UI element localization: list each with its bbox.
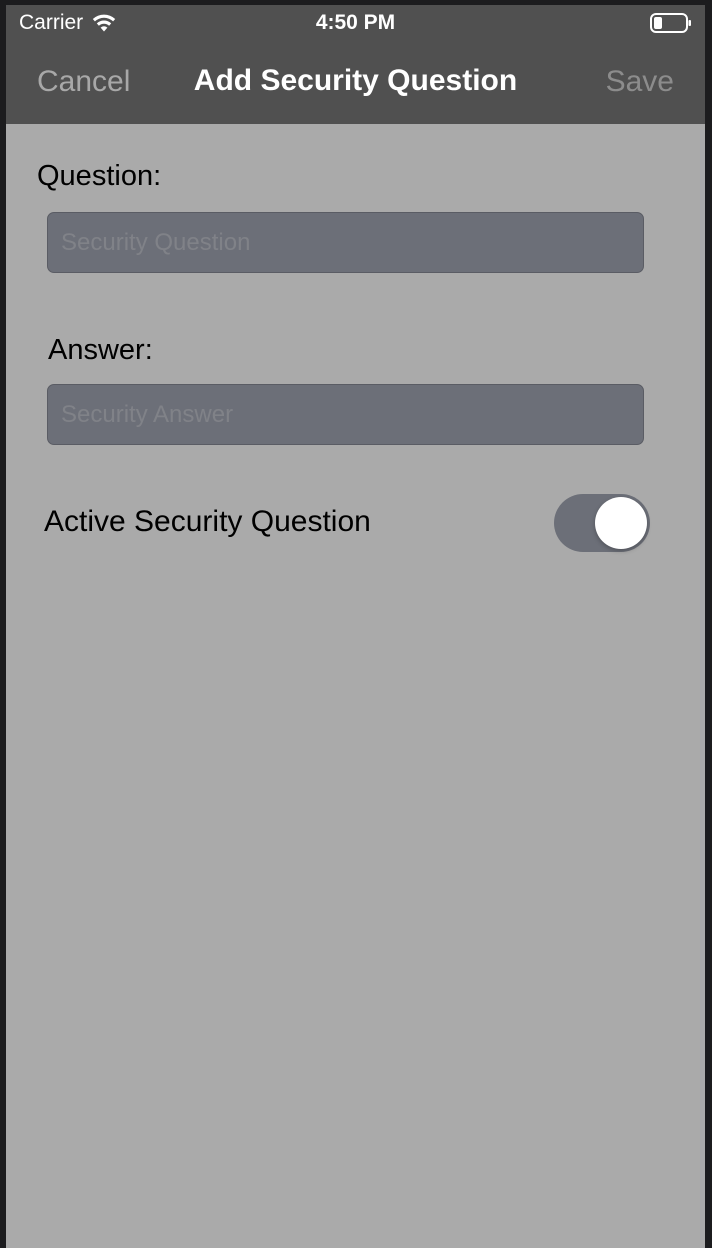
screen: Carrier 4:50 PM Cancel Add Security Ques… bbox=[6, 5, 705, 1248]
page-title: Add Security Question bbox=[193, 64, 518, 97]
navigation-bar: Cancel Add Security Question Save bbox=[6, 49, 705, 115]
security-question-input[interactable] bbox=[47, 212, 644, 273]
toggle-knob bbox=[595, 497, 647, 549]
status-time: 4:50 PM bbox=[315, 11, 396, 34]
active-security-question-toggle[interactable] bbox=[554, 494, 650, 552]
save-button[interactable]: Save bbox=[606, 65, 674, 99]
security-answer-input[interactable] bbox=[47, 384, 644, 445]
status-bar: Carrier 4:50 PM bbox=[6, 5, 705, 41]
header: Carrier 4:50 PM Cancel Add Security Ques… bbox=[6, 5, 705, 124]
battery-icon bbox=[650, 13, 691, 33]
question-label: Question: bbox=[37, 160, 162, 192]
answer-label: Answer: bbox=[48, 334, 153, 366]
active-security-question-label: Active Security Question bbox=[44, 505, 371, 538]
